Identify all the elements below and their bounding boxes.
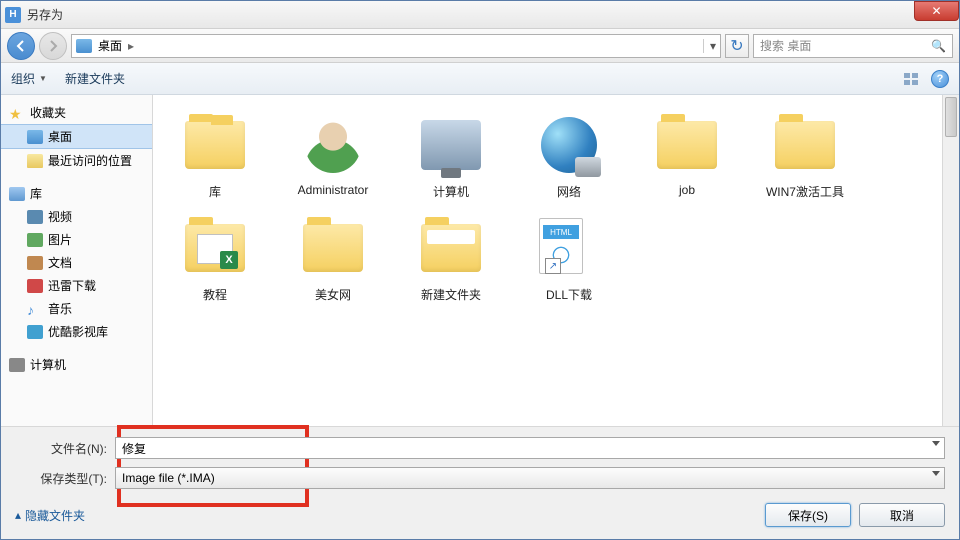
breadcrumb-separator: ▸ <box>128 39 134 53</box>
bottom-panel: 文件名(N): 修复 保存类型(T): Image file (*.IMA) ▴… <box>1 426 959 539</box>
sidebar-documents[interactable]: 文档 <box>1 251 152 274</box>
filename-label: 文件名(N): <box>15 440 107 457</box>
item-label: 计算机 <box>433 183 469 200</box>
new-folder-button[interactable]: 新建文件夹 <box>65 70 125 87</box>
item-icon <box>179 212 251 284</box>
item-icon <box>297 109 369 181</box>
music-icon: ♪ <box>27 302 43 316</box>
file-item[interactable]: 教程 <box>165 208 265 307</box>
filename-input[interactable]: 修复 <box>115 437 945 459</box>
toolbar: 组织▼ 新建文件夹 ? <box>1 63 959 95</box>
item-label: 新建文件夹 <box>421 286 481 303</box>
item-icon <box>769 109 841 181</box>
scrollbar[interactable] <box>942 95 959 426</box>
file-list[interactable]: 库 Administrator 计算机 网络 job WIN7激活工具教程 美女网 新建文件夹… <box>153 95 942 426</box>
item-label: 网络 <box>557 183 581 200</box>
file-item[interactable]: Administrator <box>283 105 383 204</box>
window-title: 另存为 <box>27 6 63 23</box>
sidebar-libraries[interactable]: 库 <box>1 182 152 205</box>
item-label: Administrator <box>298 183 369 197</box>
file-item[interactable]: WIN7激活工具 <box>755 105 855 204</box>
sidebar-youku[interactable]: 优酷影视库 <box>1 320 152 343</box>
library-icon <box>9 187 25 201</box>
save-as-dialog: H 另存为 ✕ 桌面 ▸ ▾ ↻ 搜索 桌面 🔍 组织▼ 新建文件夹 ? <box>0 0 960 540</box>
app-icon: H <box>5 7 21 23</box>
item-icon <box>179 109 251 181</box>
folder-icon <box>27 154 43 168</box>
item-label: 教程 <box>203 286 227 303</box>
item-icon: HTML↗ <box>533 212 605 284</box>
sidebar-computer[interactable]: 计算机 <box>1 353 152 376</box>
sidebar: ★收藏夹 桌面 最近访问的位置 库 视频 图片 文档 迅雷下载 ♪音乐 优酷影视… <box>1 95 153 426</box>
sidebar-favorites[interactable]: ★收藏夹 <box>1 101 152 124</box>
navigation-bar: 桌面 ▸ ▾ ↻ 搜索 桌面 🔍 <box>1 29 959 63</box>
search-input[interactable]: 搜索 桌面 🔍 <box>753 34 953 58</box>
youku-icon <box>27 325 43 339</box>
titlebar: H 另存为 ✕ <box>1 1 959 29</box>
help-icon[interactable]: ? <box>931 70 949 88</box>
chevron-down-icon <box>932 441 940 446</box>
sidebar-videos[interactable]: 视频 <box>1 205 152 228</box>
item-label: job <box>679 183 695 197</box>
file-item[interactable]: job <box>637 105 737 204</box>
search-icon: 🔍 <box>931 39 946 53</box>
file-item[interactable]: 新建文件夹 <box>401 208 501 307</box>
sidebar-recent[interactable]: 最近访问的位置 <box>1 149 152 172</box>
sidebar-desktop[interactable]: 桌面 <box>1 124 152 149</box>
item-label: 库 <box>209 183 221 200</box>
hide-folders-toggle[interactable]: ▴ 隐藏文件夹 <box>15 507 85 524</box>
chevron-down-icon <box>932 471 940 476</box>
file-item[interactable]: 库 <box>165 105 265 204</box>
video-icon <box>27 210 43 224</box>
organize-menu[interactable]: 组织▼ <box>11 70 47 87</box>
breadcrumb-location: 桌面 <box>98 37 122 54</box>
dialog-body: ★收藏夹 桌面 最近访问的位置 库 视频 图片 文档 迅雷下载 ♪音乐 优酷影视… <box>1 95 959 426</box>
download-icon <box>27 279 43 293</box>
refresh-button[interactable]: ↻ <box>725 34 749 58</box>
file-item[interactable]: 计算机 <box>401 105 501 204</box>
item-icon <box>651 109 723 181</box>
close-button[interactable]: ✕ <box>914 1 959 21</box>
cancel-button[interactable]: 取消 <box>859 503 945 527</box>
chevron-up-icon: ▴ <box>15 508 21 522</box>
savetype-combo[interactable]: Image file (*.IMA) <box>115 467 945 489</box>
file-item[interactable]: 网络 <box>519 105 619 204</box>
star-icon: ★ <box>9 106 25 120</box>
picture-icon <box>27 233 43 247</box>
search-placeholder: 搜索 桌面 <box>760 37 811 54</box>
view-options-icon[interactable] <box>903 71 921 87</box>
file-item[interactable]: 美女网 <box>283 208 383 307</box>
sidebar-pictures[interactable]: 图片 <box>1 228 152 251</box>
desktop-icon <box>76 39 92 53</box>
item-icon <box>415 109 487 181</box>
breadcrumb[interactable]: 桌面 ▸ ▾ <box>71 34 721 58</box>
savetype-label: 保存类型(T): <box>15 470 107 487</box>
forward-button[interactable] <box>39 32 67 60</box>
item-icon <box>415 212 487 284</box>
document-icon <box>27 256 43 270</box>
computer-icon <box>9 358 25 372</box>
item-label: WIN7激活工具 <box>766 183 844 200</box>
save-button[interactable]: 保存(S) <box>765 503 851 527</box>
item-icon <box>297 212 369 284</box>
desktop-icon <box>27 130 43 144</box>
sidebar-xunlei[interactable]: 迅雷下载 <box>1 274 152 297</box>
item-label: DLL下载 <box>546 286 592 303</box>
back-button[interactable] <box>7 32 35 60</box>
file-item[interactable]: HTML↗ DLL下载 <box>519 208 619 307</box>
item-label: 美女网 <box>315 286 351 303</box>
breadcrumb-dropdown-icon[interactable]: ▾ <box>703 39 716 53</box>
scrollbar-thumb[interactable] <box>945 97 957 137</box>
sidebar-music[interactable]: ♪音乐 <box>1 297 152 320</box>
item-icon <box>533 109 605 181</box>
